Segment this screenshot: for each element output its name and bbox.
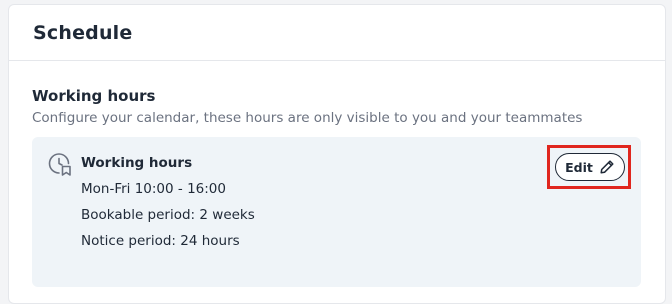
section-title: Working hours [32,87,156,105]
notice-period-text: Notice period: 24 hours [81,233,240,249]
clock-calendar-icon [47,151,73,177]
panel-title: Working hours [81,155,193,171]
edit-button-highlight [547,145,631,189]
section-description: Configure your calendar, these hours are… [32,110,583,126]
bookable-period-text: Bookable period: 2 weeks [81,207,255,223]
working-hours-section: Working hours Configure your calendar, t… [32,86,648,128]
card-header: Schedule [9,5,665,61]
schedule-text: Mon-Fri 10:00 - 16:00 [81,181,226,197]
working-hours-details: Working hours Mon-Fri 10:00 - 16:00 Book… [81,153,255,251]
card-title: Schedule [33,21,133,44]
